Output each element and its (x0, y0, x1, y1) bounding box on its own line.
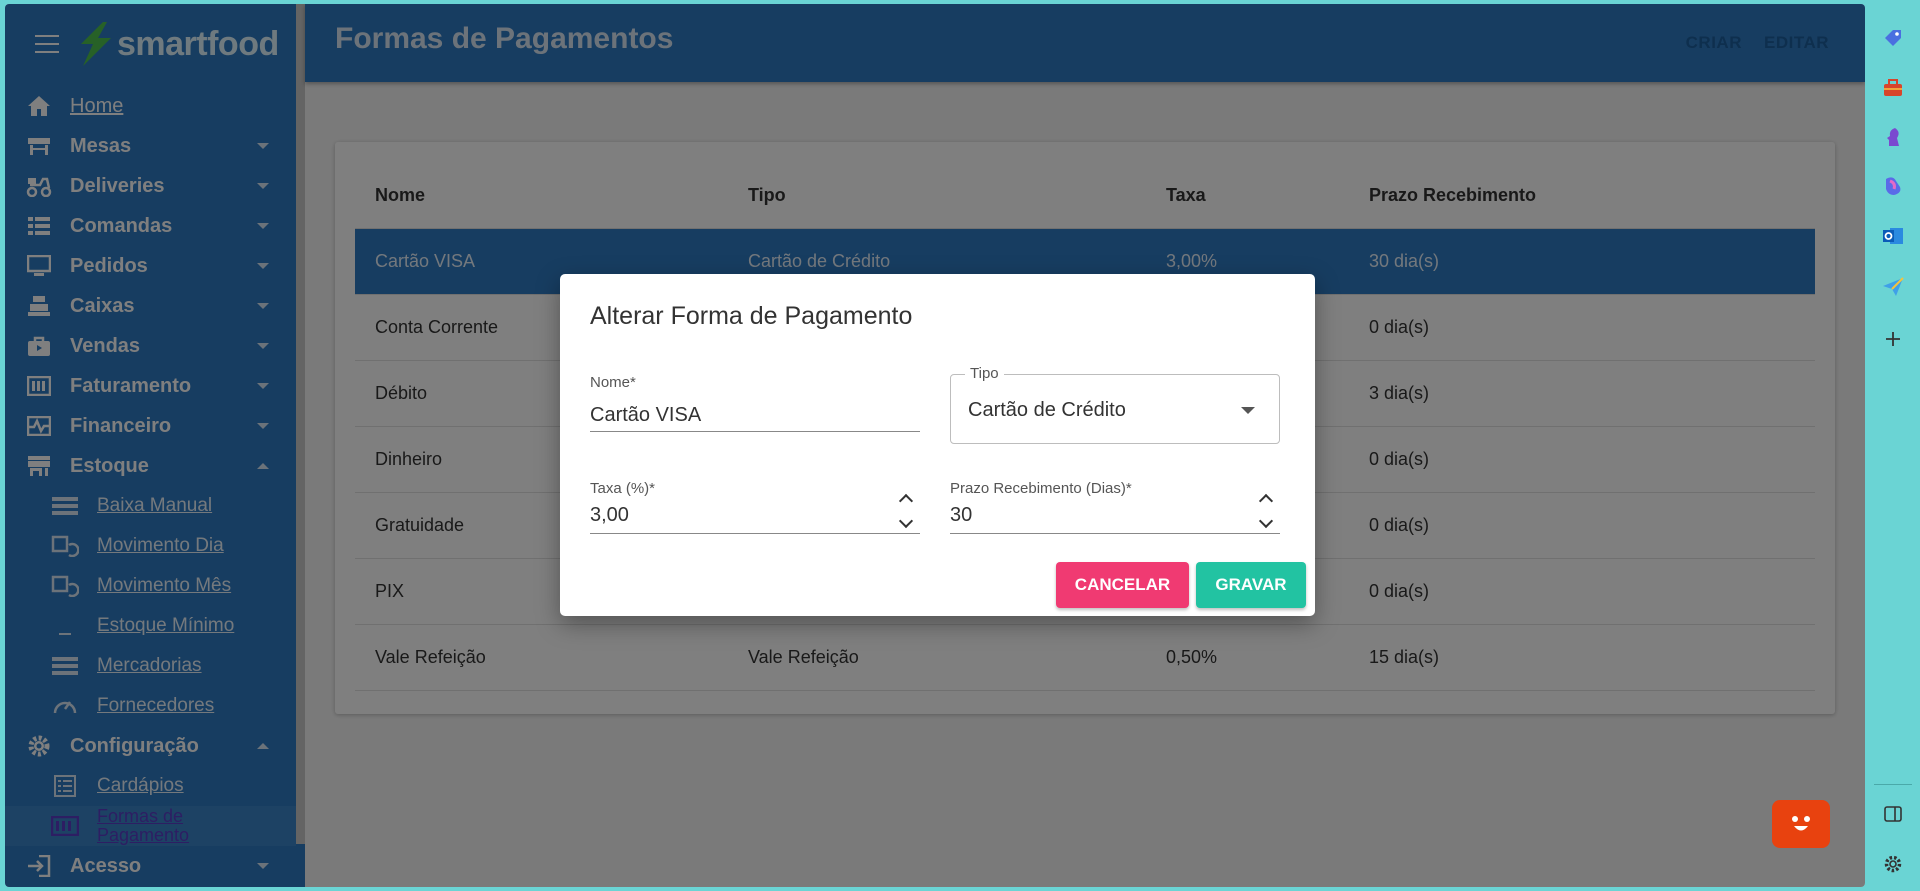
send-icon[interactable] (1882, 276, 1904, 298)
edit-payment-dialog: Alterar Forma de Pagamento Nome* Cartão … (560, 274, 1315, 616)
prazo-input[interactable]: 30 (950, 504, 972, 527)
taxa-field[interactable]: Taxa (%)* 3,00 (590, 480, 920, 534)
outlook-icon[interactable] (1882, 225, 1904, 247)
field-underline (590, 533, 920, 534)
copilot-icon[interactable] (1882, 175, 1904, 197)
save-button[interactable]: GRAVAR (1196, 562, 1306, 608)
nome-input[interactable]: Cartão VISA (590, 404, 701, 427)
add-icon[interactable] (1882, 328, 1904, 350)
chat-face-icon (1792, 816, 1810, 831)
tipo-select[interactable]: Tipo Cartão de Crédito (950, 365, 1280, 444)
prazo-stepper[interactable] (1258, 492, 1274, 530)
chat-widget-button[interactable] (1772, 800, 1830, 848)
settings-gear-icon[interactable] (1882, 853, 1904, 875)
chess-piece-icon[interactable] (1882, 126, 1904, 148)
sidebar-toggle-icon[interactable] (1882, 803, 1904, 825)
dialog-title: Alterar Forma de Pagamento (590, 302, 913, 330)
nome-label: Nome* (590, 374, 636, 391)
chevron-down-icon[interactable] (1258, 513, 1274, 529)
tipo-selected-value: Cartão de Crédito (968, 399, 1126, 421)
nome-field[interactable]: Nome* Cartão VISA (590, 374, 920, 432)
chevron-up-icon[interactable] (1258, 493, 1274, 509)
chevron-down-icon[interactable] (898, 513, 914, 529)
app-window: smartfood Home Mesas Delive (5, 4, 1865, 887)
field-underline (590, 431, 920, 432)
prazo-field[interactable]: Prazo Recebimento (Dias)* 30 (950, 480, 1280, 534)
chevron-up-icon[interactable] (898, 493, 914, 509)
taxa-label: Taxa (%)* (590, 480, 656, 497)
tipo-label: Tipo (965, 365, 1004, 382)
field-underline (950, 533, 1280, 534)
divider (1874, 784, 1912, 785)
taxa-stepper[interactable] (898, 492, 914, 530)
cancel-button[interactable]: CANCELAR (1056, 562, 1189, 608)
dropdown-arrow-icon[interactable] (1241, 407, 1255, 414)
browser-sidebar (1866, 0, 1920, 891)
prazo-label: Prazo Recebimento (Dias)* (950, 480, 1132, 497)
toolbox-icon[interactable] (1882, 77, 1904, 99)
tag-icon[interactable] (1882, 27, 1904, 49)
taxa-input[interactable]: 3,00 (590, 504, 629, 527)
